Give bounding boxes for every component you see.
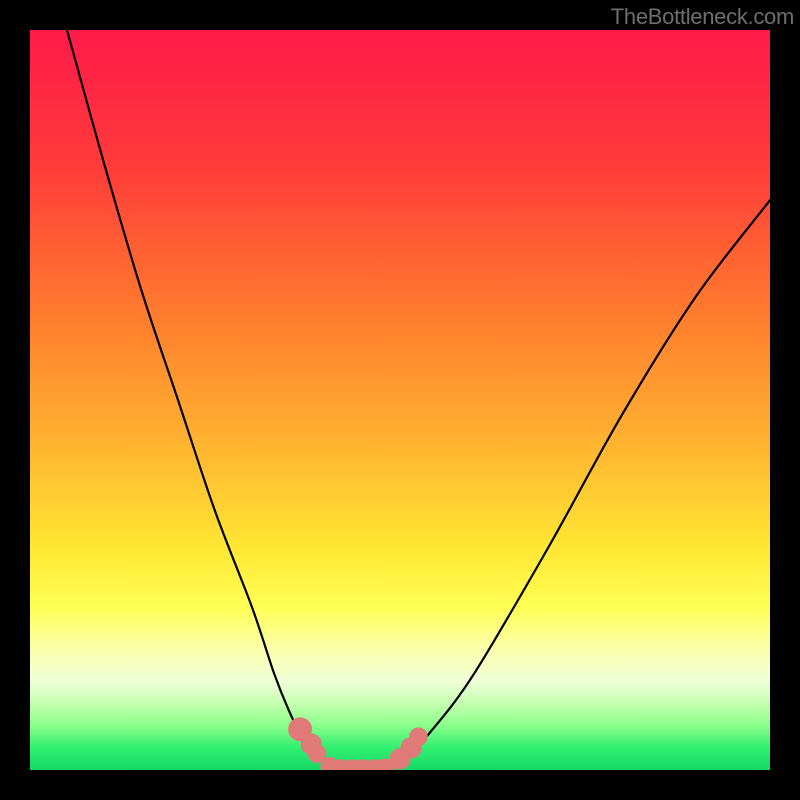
data-marker <box>409 727 428 746</box>
series-left-curve <box>67 30 363 770</box>
chart-frame <box>30 30 770 770</box>
series-right-curve <box>363 200 770 770</box>
watermark: TheBottleneck.com <box>611 4 794 30</box>
chart-curves <box>30 30 770 770</box>
